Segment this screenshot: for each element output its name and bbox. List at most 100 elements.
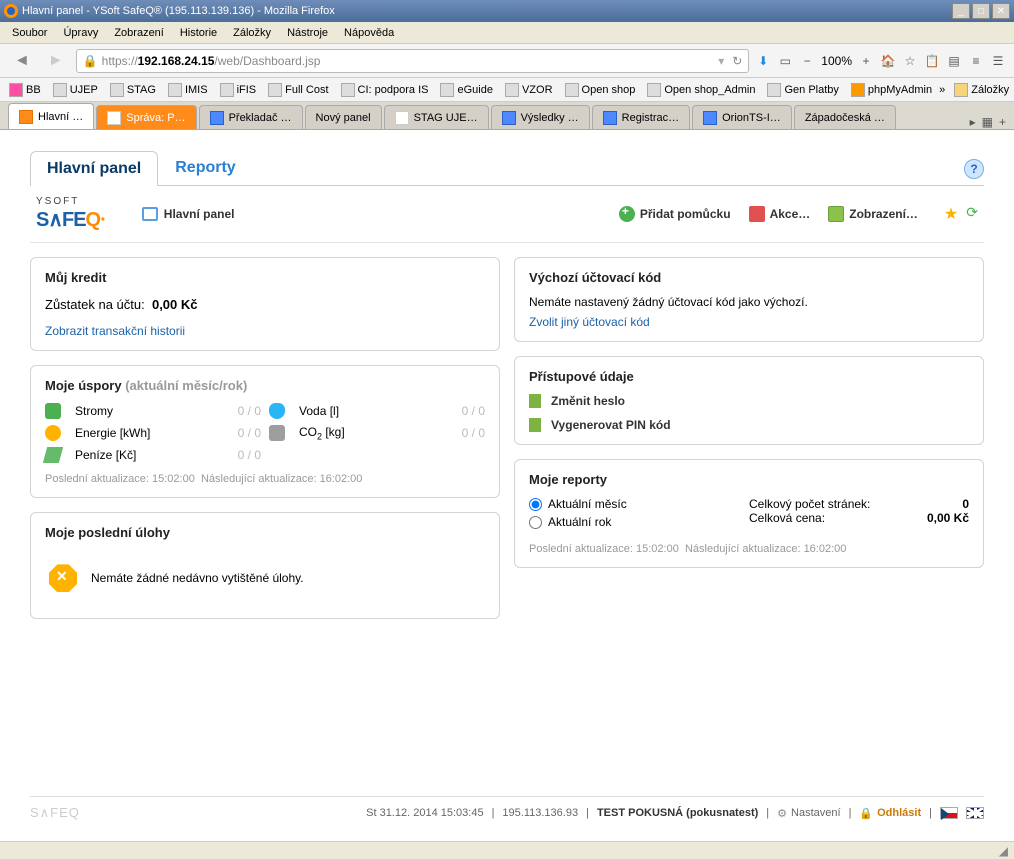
url-scheme: https:// (102, 54, 138, 68)
tab-hlavni[interactable]: Hlavní … (8, 103, 94, 129)
actions-button[interactable]: Akce… (749, 206, 811, 222)
bm-genplatby[interactable]: Gen Platby (762, 81, 843, 99)
menu-bookmarks[interactable]: Záložky (225, 25, 279, 41)
bm-vzor[interactable]: VZOR (500, 81, 558, 99)
menu-icon[interactable]: ☰ (990, 53, 1006, 69)
window-titlebar: Hlavní panel - YSoft SafeQ® (195.113.139… (0, 0, 1014, 22)
dropdown-icon[interactable]: ▾ (718, 54, 724, 68)
transaction-history-link[interactable]: Zobrazit transakční historii (45, 324, 185, 338)
clipboard-icon[interactable]: 📋 (924, 53, 940, 69)
menu-history[interactable]: Historie (172, 25, 225, 41)
row-co2: CO2 [kg] (299, 425, 417, 441)
url-bar[interactable]: 🔒 https://192.168.24.15/web/Dashboard.js… (76, 49, 750, 73)
page-title: Hlavní panel (142, 207, 235, 221)
bm-phpmyadmin[interactable]: phpMyAdmin (846, 81, 937, 99)
page-content: Hlavní panel Reporty ? YSOFT S∧FEQ· Hlav… (0, 130, 1014, 841)
billing-title: Výchozí účtovací kód (529, 270, 969, 285)
panel-icon (142, 207, 158, 221)
bm-ci[interactable]: CI: podpora IS (336, 81, 434, 99)
choose-billing-link[interactable]: Zvolit jiný účtovací kód (529, 315, 650, 329)
close-button[interactable]: ✕ (992, 3, 1010, 19)
flag-uk-icon[interactable] (966, 807, 984, 819)
apptab-hlavni[interactable]: Hlavní panel (30, 151, 158, 186)
delete-icon (749, 206, 765, 222)
bm-eguide[interactable]: eGuide (435, 81, 497, 99)
logout-link[interactable]: 🔒Odhlásit (859, 807, 921, 820)
energy-icon (45, 425, 61, 441)
bm-openshop-admin[interactable]: Open shop_Admin (642, 81, 760, 99)
price-value: 0,00 Kč (927, 511, 969, 525)
view-icon (828, 206, 844, 222)
bm-ifis[interactable]: iFIS (215, 81, 262, 99)
resize-grip-icon[interactable]: ◢ (999, 844, 1008, 858)
apptab-reporty[interactable]: Reporty (158, 150, 252, 185)
tab-novy[interactable]: Nový panel (305, 105, 382, 129)
generate-pin-link[interactable]: Vygenerovat PIN kód (529, 418, 969, 432)
menu-edit[interactable]: Úpravy (55, 25, 106, 41)
change-password-link[interactable]: Změnit heslo (529, 394, 969, 408)
forward-button[interactable]: ► (42, 49, 70, 73)
nav-toolbar: ◄ ► 🔒 https://192.168.24.15/web/Dashboar… (0, 44, 1014, 78)
menu-view[interactable]: Zobrazení (106, 25, 172, 41)
tab-icon (210, 111, 224, 125)
reload-button[interactable]: ↻ (732, 54, 742, 68)
plus-icon[interactable]: + (858, 53, 874, 69)
tab-stag[interactable]: STAG UJE… (384, 105, 489, 129)
tab-sprava[interactable]: Správa: P… (96, 105, 196, 129)
menu-file[interactable]: Soubor (4, 25, 55, 41)
add-gadget-button[interactable]: Přidat pomůcku (619, 206, 731, 222)
ysoft-logo: YSOFT S∧FEQ· (36, 196, 106, 232)
menu-help[interactable]: Nápověda (336, 25, 402, 41)
bm-imis[interactable]: IMIS (163, 81, 213, 99)
price-label: Celková cena: (749, 511, 825, 525)
tab-orion[interactable]: OrionTS-I… (692, 105, 792, 129)
refresh-icon[interactable]: ⟳ (966, 204, 978, 224)
radio-month[interactable] (529, 498, 542, 511)
credit-title: Můj kredit (45, 270, 485, 285)
settings-link[interactable]: ⚙Nastavení (777, 807, 840, 820)
new-tab-button[interactable]: + (999, 115, 1006, 129)
help-icon[interactable]: ? (964, 159, 984, 179)
url-path: /web/Dashboard.jsp (214, 54, 320, 68)
feed-icon[interactable]: ▤ (946, 53, 962, 69)
row-money: Peníze [Kč] (75, 448, 193, 462)
minus-icon[interactable]: − (799, 53, 815, 69)
jobs-empty-msg: Nemáte žádné nedávno vytištěné úlohy. (91, 571, 304, 585)
panel-credit: Můj kredit Zůstatek na účtu: 0,00 Kč Zob… (30, 257, 500, 351)
bm-stag[interactable]: STAG (105, 81, 161, 99)
footer-user: TEST POKUSNÁ (pokusnatest) (597, 807, 758, 819)
view-button[interactable]: Zobrazení… (828, 206, 918, 222)
radio-year[interactable] (529, 516, 542, 529)
pages-value: 0 (962, 497, 969, 511)
tabs-list-icon[interactable]: ▦ (982, 115, 993, 129)
tab-registrace[interactable]: Registrac… (592, 105, 690, 129)
bm-ujep[interactable]: UJEP (48, 81, 103, 99)
tab-icon (703, 111, 717, 125)
home-icon[interactable]: 🏠 (880, 53, 896, 69)
savings-last-update: Poslední aktualizace: 15:02:00 (45, 473, 195, 485)
money-icon (43, 447, 63, 463)
maximize-button[interactable]: □ (972, 3, 990, 19)
bm-fullcost[interactable]: Full Cost (263, 81, 333, 99)
bm-openshop[interactable]: Open shop (560, 81, 641, 99)
bm-bb[interactable]: BB (4, 81, 46, 99)
list-icon[interactable]: ≡ (968, 53, 984, 69)
minimize-button[interactable]: _ (952, 3, 970, 19)
bm-folder-zalozky[interactable]: Záložky (949, 81, 1014, 99)
radio-month-label: Aktuální měsíc (548, 497, 627, 511)
bookmark-star-icon[interactable]: ☆ (902, 53, 918, 69)
action-icon[interactable]: ▭ (777, 53, 793, 69)
tab-strip: Hlavní … Správa: P… Překladač … Nový pan… (0, 102, 1014, 130)
flag-cz-icon[interactable] (940, 807, 958, 819)
favorite-icon[interactable]: ★ (944, 204, 958, 224)
tab-prekladac[interactable]: Překladač … (199, 105, 303, 129)
reports-title: Moje reporty (529, 472, 969, 487)
download-icon[interactable]: ⬇ (755, 53, 771, 69)
tab-zapadoceska[interactable]: Západočeská … (794, 105, 896, 129)
tabs-overflow-icon[interactable]: ▸ (970, 115, 976, 129)
tab-vysledky[interactable]: Výsledky … (491, 105, 590, 129)
lock-icon: 🔒 (859, 807, 873, 820)
bm-chevrons-icon[interactable]: » (939, 84, 945, 96)
menu-tools[interactable]: Nástroje (279, 25, 336, 41)
back-button[interactable]: ◄ (8, 49, 36, 73)
